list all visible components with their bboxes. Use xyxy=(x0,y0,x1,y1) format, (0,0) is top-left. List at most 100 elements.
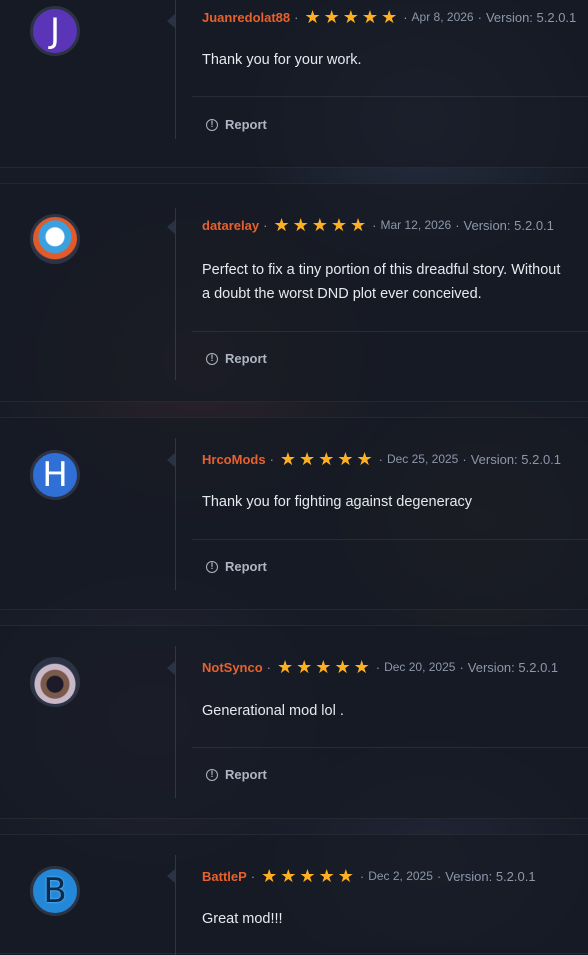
separator: · xyxy=(263,217,268,233)
separator: · xyxy=(378,451,383,467)
star-icon: ★ xyxy=(280,866,297,886)
review-footer-divider xyxy=(192,539,588,540)
separator: · xyxy=(372,217,377,233)
star-icon: ★ xyxy=(296,657,313,677)
review-text: Perfect to fix a tiny portion of this dr… xyxy=(202,262,561,302)
separator: · xyxy=(455,217,460,233)
review-text: Great mod!!! xyxy=(202,911,283,927)
review-text: Thank you for fighting against degenerac… xyxy=(202,494,473,510)
star-icon: ★ xyxy=(353,657,370,677)
avatar[interactable]: J xyxy=(30,6,80,56)
separator: · xyxy=(359,868,365,884)
divider xyxy=(175,0,176,139)
review-version: Version: 5.2.0.1 xyxy=(463,217,554,233)
review-text: Thank you for your work. xyxy=(202,52,362,68)
review-date: Apr 8, 2026 xyxy=(411,10,474,24)
review-version: Version: 5.2.0.1 xyxy=(467,659,559,675)
review-version: Version: 5.2.0.1 xyxy=(445,868,536,884)
review-card: datarelay · ★ ★ ★ ★ ★ · Mar 12, 2026 · V… xyxy=(0,183,588,402)
star-icon: ★ xyxy=(350,215,367,235)
avatar-letter: J xyxy=(49,11,61,51)
divider xyxy=(175,855,176,955)
avatar[interactable]: B xyxy=(30,866,80,916)
star-icon: ★ xyxy=(342,7,359,27)
report-icon: ! xyxy=(206,352,218,365)
pointer-arrow xyxy=(167,14,175,28)
review-meta: Juanredolat88 · ★ ★ ★ ★ ★ · Apr 8, 2026 … xyxy=(202,7,577,27)
report-icon: ! xyxy=(206,768,218,781)
author-link[interactable]: NotSynco xyxy=(202,660,263,675)
separator: · xyxy=(403,9,408,25)
review-footer-divider xyxy=(192,331,588,332)
report-label: Report xyxy=(225,351,267,366)
star-icon: ★ xyxy=(381,7,398,27)
star-icon: ★ xyxy=(356,449,373,469)
separator: · xyxy=(266,659,272,675)
star-icon: ★ xyxy=(361,7,379,27)
review-card: NotSynco · ★ ★ ★ ★ ★ · Dec 20, 2025 · Ve… xyxy=(0,625,588,819)
star-icon: ★ xyxy=(318,866,335,886)
star-icon: ★ xyxy=(337,449,354,469)
star-icon: ★ xyxy=(279,449,297,469)
review-meta: BattleP · ★ ★ ★ ★ ★ · Dec 2, 2025 · Vers… xyxy=(202,866,536,886)
star-icon: ★ xyxy=(299,866,316,886)
author-link[interactable]: datarelay xyxy=(202,218,259,233)
star-icon: ★ xyxy=(261,866,278,886)
divider xyxy=(175,646,176,798)
report-label: Report xyxy=(225,767,267,782)
review-meta: HrcoMods · ★ ★ ★ ★ ★ · Dec 25, 2025 · Ve… xyxy=(202,449,562,469)
report-button[interactable]: ! Report xyxy=(206,767,267,782)
pointer-arrow xyxy=(167,220,175,234)
divider xyxy=(175,438,176,590)
review-card: J Juanredolat88 · ★ ★ ★ ★ ★ · Apr 8, 202… xyxy=(0,0,588,168)
avatar[interactable] xyxy=(30,657,80,707)
separator: · xyxy=(459,659,464,675)
report-button[interactable]: ! Report xyxy=(206,559,267,574)
separator: · xyxy=(294,9,299,25)
star-icon: ★ xyxy=(273,215,290,235)
author-link[interactable]: Juanredolat88 xyxy=(202,10,290,25)
rating-stars: ★ ★ ★ ★ ★ xyxy=(277,657,370,677)
star-icon: ★ xyxy=(315,657,332,677)
avatar-letter: H xyxy=(42,455,68,495)
star-icon: ★ xyxy=(299,449,316,469)
separator: · xyxy=(477,9,482,25)
author-link[interactable]: HrcoMods xyxy=(202,452,266,467)
avatar-letter: B xyxy=(43,871,67,911)
author-link[interactable]: BattleP xyxy=(202,869,247,884)
pointer-arrow xyxy=(167,453,175,467)
star-icon: ★ xyxy=(318,449,335,469)
avatar[interactable] xyxy=(30,214,80,264)
separator: · xyxy=(462,451,467,467)
review-version: Version: 5.2.0.1 xyxy=(485,9,577,25)
star-icon: ★ xyxy=(323,7,340,27)
review-date: Mar 12, 2026 xyxy=(380,218,452,232)
review-date: Dec 20, 2025 xyxy=(384,660,456,674)
star-icon: ★ xyxy=(337,866,354,886)
pointer-arrow xyxy=(167,661,175,675)
review-version: Version: 5.2.0.1 xyxy=(470,451,562,467)
review-card: B BattleP · ★ ★ ★ ★ ★ · Dec 2, 2025 · Ve… xyxy=(0,834,588,955)
pointer-arrow xyxy=(167,869,175,883)
avatar[interactable]: H xyxy=(30,450,80,500)
separator: · xyxy=(375,659,381,675)
report-icon: ! xyxy=(206,118,218,131)
star-icon: ★ xyxy=(292,215,309,235)
rating-stars: ★ ★ ★ ★ ★ xyxy=(273,215,367,235)
review-card: H HrcoMods · ★ ★ ★ ★ ★ · Dec 25, 2025 · … xyxy=(0,417,588,610)
rating-stars: ★ ★ ★ ★ ★ xyxy=(279,449,373,469)
star-icon: ★ xyxy=(304,7,321,27)
report-label: Report xyxy=(225,559,267,574)
divider xyxy=(175,208,176,380)
separator: · xyxy=(269,451,274,467)
report-icon: ! xyxy=(206,560,218,573)
review-date: Dec 2, 2025 xyxy=(368,869,433,883)
report-button[interactable]: ! Report xyxy=(206,351,267,366)
star-icon: ★ xyxy=(330,215,347,235)
review-meta: NotSynco · ★ ★ ★ ★ ★ · Dec 20, 2025 · Ve… xyxy=(202,657,559,677)
report-button[interactable]: ! Report xyxy=(206,117,267,132)
review-footer-divider xyxy=(192,96,588,97)
review-meta: datarelay · ★ ★ ★ ★ ★ · Mar 12, 2026 · V… xyxy=(202,215,554,235)
star-icon: ★ xyxy=(311,215,328,235)
rating-stars: ★ ★ ★ ★ ★ xyxy=(261,866,354,886)
